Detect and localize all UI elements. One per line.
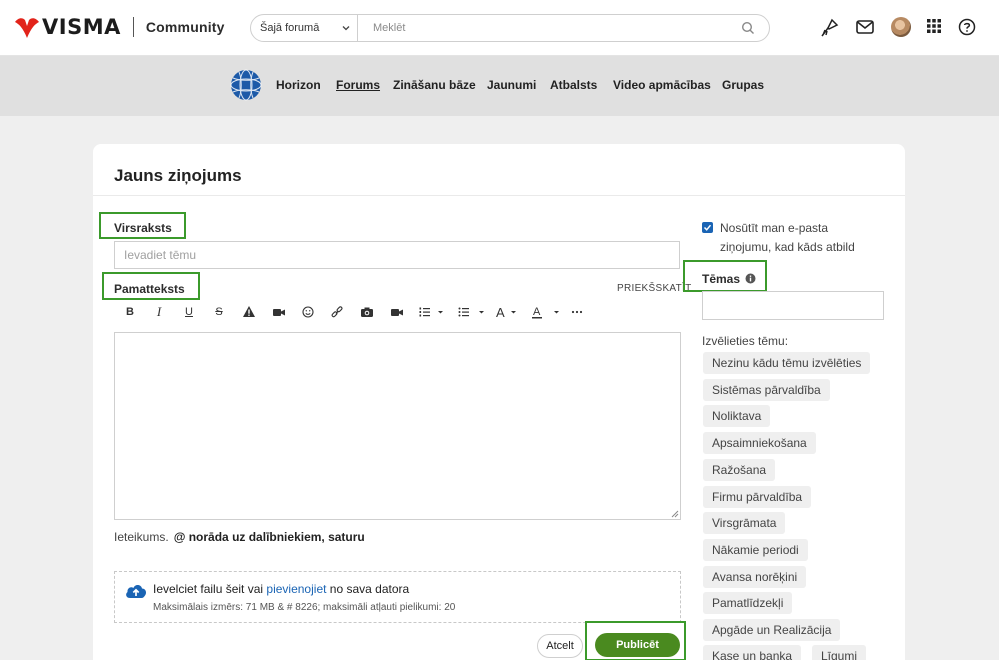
resize-handle-icon[interactable]	[670, 509, 679, 518]
notify-label: Nosūtīt man e-pasta ziņojumu, kad kāds a…	[720, 221, 855, 254]
apps-grid-icon[interactable]	[926, 18, 942, 34]
tag-suggestion[interactable]: Pamatlīdzekļi	[703, 592, 793, 614]
search-bar: Šajā forumā	[250, 14, 770, 42]
upload-limits: Maksimālais izmērs: 71 MB & # 8226; maks…	[153, 602, 456, 613]
tag-suggestion[interactable]: Nākamie periodi	[703, 539, 808, 561]
tag-suggestion[interactable]: Līgumi	[812, 645, 867, 660]
nav-news[interactable]: Jaunumi	[487, 78, 536, 92]
hint-label: Ieteikums.	[114, 530, 169, 544]
community-label: Community	[145, 19, 225, 35]
camera-icon[interactable]	[360, 303, 374, 321]
cancel-button[interactable]: Atcelt	[537, 634, 583, 658]
file-dropzone[interactable]: Ievelciet failu šeit vai pievienojiet no…	[114, 571, 681, 623]
top-bar: VISMA Community Šajā forumā	[0, 0, 999, 56]
upload-instructions: Ievelciet failu šeit vai pievienojiet no…	[153, 582, 409, 596]
warning-icon[interactable]	[242, 303, 256, 321]
main-navigation: Horizon Forums Zināšanu bāze Jaunumi Atb…	[0, 56, 999, 116]
preview-button[interactable]: PRIEKŠSKATĪT	[617, 283, 692, 294]
title-divider	[93, 195, 905, 196]
search-scope-label: Šajā forumā	[260, 22, 320, 34]
checkmark-icon	[703, 224, 712, 231]
hint-text: @ norāda uz dalībniekiem, saturu	[173, 530, 365, 544]
help-icon[interactable]	[958, 18, 976, 36]
bulleted-list-icon[interactable]	[457, 303, 487, 321]
logo-divider	[132, 17, 134, 37]
body-editor[interactable]	[114, 332, 681, 520]
brand-name: VISMA	[42, 15, 121, 39]
user-avatar[interactable]	[891, 17, 911, 37]
chevron-down-icon	[342, 26, 350, 31]
video-icon[interactable]	[390, 303, 404, 321]
bold-icon[interactable]: B	[124, 303, 136, 321]
svg-text:A: A	[496, 305, 505, 320]
tag-suggestion[interactable]: Apgāde un Realizācija	[703, 619, 841, 641]
tag-suggestion[interactable]: Ražošana	[703, 459, 776, 481]
body-label: Pamatteksts	[114, 282, 185, 296]
nav-video-tutorials[interactable]: Video apmācības	[613, 78, 711, 92]
tag-suggestion[interactable]: Kase un banka	[703, 645, 802, 660]
tag-suggestion[interactable]: Noliktava	[703, 405, 771, 427]
font-color-icon[interactable]: A	[532, 303, 562, 321]
cloud-upload-icon	[126, 585, 146, 598]
nav-groups[interactable]: Grupas	[722, 78, 764, 92]
numbered-list-icon[interactable]	[418, 303, 446, 321]
nav-knowledge-base[interactable]: Zināšanu bāze	[393, 78, 476, 92]
upload-text-after: no sava datora	[329, 582, 410, 596]
mention-hint: Ieteikums. @ norāda uz dalībniekiem, satu…	[114, 530, 365, 544]
notify-checkbox[interactable]	[702, 222, 713, 233]
italic-icon[interactable]: I	[153, 303, 165, 321]
more-options-icon[interactable]	[571, 303, 583, 321]
mail-icon[interactable]	[855, 18, 875, 36]
tags-label-text: Tēmas	[702, 272, 741, 286]
svg-text:A: A	[533, 306, 541, 318]
link-icon[interactable]	[331, 303, 343, 321]
search-icon[interactable]	[741, 21, 755, 35]
subject-input[interactable]	[114, 241, 680, 269]
search-input[interactable]	[373, 22, 733, 34]
tag-suggestion[interactable]: Avansa norēķini	[703, 566, 807, 588]
tag-suggestion[interactable]: Virsgrāmata	[703, 512, 786, 534]
tag-suggestion[interactable]: Nezinu kādu tēmu izvēlēties	[703, 352, 871, 374]
tag-suggestion[interactable]: Apsaimniekošana	[703, 432, 816, 454]
tags-label: Tēmas	[702, 272, 756, 286]
info-icon[interactable]	[745, 273, 756, 284]
font-size-icon[interactable]: A	[496, 303, 518, 321]
page-title: Jauns ziņojums	[114, 166, 242, 185]
nav-support[interactable]: Atbalsts	[550, 78, 597, 92]
underline-icon[interactable]: U	[183, 303, 195, 321]
video-camera-icon[interactable]	[272, 303, 286, 321]
tag-suggestion[interactable]: Firmu pārvaldība	[703, 486, 812, 508]
upload-browse-link[interactable]: pievienojiet	[266, 582, 326, 596]
visma-logo[interactable]: VISMA Community	[14, 14, 225, 40]
visma-logo-icon	[15, 18, 39, 38]
choose-tag-label: Izvēlieties tēmu:	[702, 334, 789, 348]
tags-input[interactable]	[702, 291, 884, 320]
nav-horizon[interactable]: Horizon	[276, 78, 321, 92]
publish-button[interactable]: Publicēt	[595, 633, 680, 657]
editor-toolbar: B I U S A A	[114, 303, 680, 321]
subject-label: Virsraksts	[114, 221, 172, 235]
tag-suggestion[interactable]: Sistēmas pārvaldība	[703, 379, 830, 401]
community-globe-icon[interactable]	[230, 69, 262, 101]
emoji-icon[interactable]	[302, 303, 314, 321]
brush-icon[interactable]	[819, 18, 839, 38]
nav-forums[interactable]: Forums	[336, 78, 380, 92]
upload-text-before: Ievelciet failu šeit vai	[153, 582, 264, 596]
strikethrough-icon[interactable]: S	[213, 303, 225, 321]
search-scope-select[interactable]: Šajā forumā	[251, 15, 358, 41]
